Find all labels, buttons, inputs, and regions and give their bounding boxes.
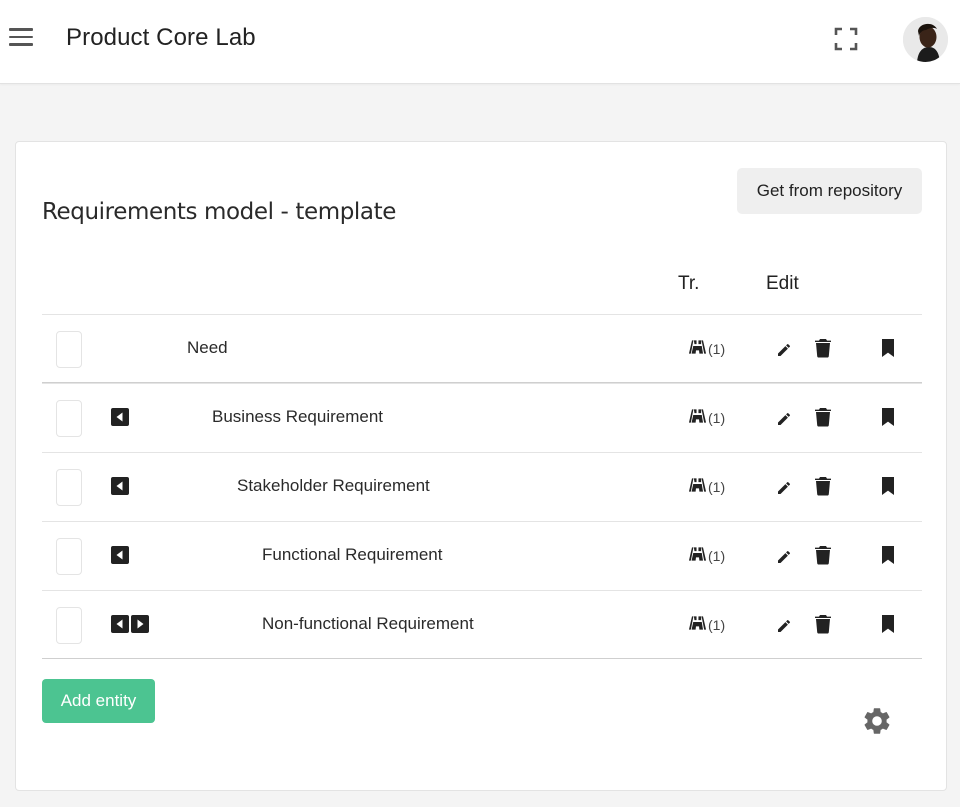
- column-header-edit: Edit: [766, 273, 799, 294]
- road-icon: [688, 477, 708, 496]
- arrow-left-icon[interactable]: [111, 477, 129, 495]
- entity-label: Non-functional Requirement: [262, 614, 474, 633]
- road-icon: [688, 615, 708, 634]
- arrow-left-icon[interactable]: [111, 546, 129, 564]
- arrow-left-icon[interactable]: [111, 408, 129, 426]
- app-title: Product Core Lab: [66, 24, 256, 51]
- entity-list: Need (1) Business Requirement (1) Stakeholde…: [42, 314, 922, 659]
- row-checkbox[interactable]: [56, 538, 82, 575]
- entity-label: Functional Requirement: [262, 545, 443, 564]
- trace-count: (1): [708, 409, 726, 426]
- fullscreen-icon[interactable]: [833, 26, 859, 52]
- requirements-card: Requirements model - template Get from r…: [15, 141, 947, 791]
- entity-label: Business Requirement: [212, 407, 384, 426]
- pencil-icon[interactable]: [775, 546, 795, 566]
- bookmark-icon[interactable]: [880, 407, 896, 427]
- bookmark-icon[interactable]: [880, 614, 896, 634]
- bookmark-icon[interactable]: [880, 545, 896, 565]
- gear-icon[interactable]: [861, 705, 893, 737]
- entity-row: Functional Requirement (1): [42, 521, 922, 590]
- pencil-icon[interactable]: [775, 615, 795, 635]
- entity-row: Business Requirement (1): [42, 383, 922, 452]
- get-from-repository-button[interactable]: Get from repository: [737, 168, 922, 214]
- card-title: Requirements model - template: [42, 199, 396, 225]
- row-checkbox[interactable]: [56, 607, 82, 644]
- trash-icon[interactable]: [814, 476, 832, 496]
- trace-count: (1): [708, 340, 726, 357]
- road-icon: [688, 408, 708, 427]
- trash-icon[interactable]: [814, 545, 832, 565]
- top-bar: Product Core Lab: [0, 0, 960, 84]
- trace-link[interactable]: (1): [688, 477, 725, 496]
- reorder-arrows: [111, 615, 149, 633]
- trace-link[interactable]: (1): [688, 615, 725, 634]
- entity-row: Need (1): [42, 314, 922, 383]
- reorder-arrows: [111, 477, 129, 495]
- trace-link[interactable]: (1): [688, 339, 725, 358]
- arrow-right-icon[interactable]: [131, 615, 149, 633]
- trash-icon[interactable]: [814, 338, 832, 358]
- entity-row: Stakeholder Requirement (1): [42, 452, 922, 521]
- row-checkbox[interactable]: [56, 400, 82, 437]
- reorder-arrows: [111, 546, 129, 564]
- row-checkbox[interactable]: [56, 331, 82, 368]
- trace-count: (1): [708, 616, 726, 633]
- row-checkbox[interactable]: [56, 469, 82, 506]
- pencil-icon[interactable]: [775, 477, 795, 497]
- road-icon: [688, 546, 708, 565]
- road-icon: [688, 339, 708, 358]
- trace-link[interactable]: (1): [688, 546, 725, 565]
- pencil-icon[interactable]: [775, 408, 795, 428]
- reorder-arrows: [111, 408, 129, 426]
- entity-row: Non-functional Requirement (1): [42, 590, 922, 659]
- trace-count: (1): [708, 478, 726, 495]
- trace-count: (1): [708, 547, 726, 564]
- entity-label: Stakeholder Requirement: [237, 476, 430, 495]
- entity-label: Need: [187, 338, 228, 357]
- arrow-left-icon[interactable]: [111, 615, 129, 633]
- trace-link[interactable]: (1): [688, 408, 725, 427]
- trash-icon[interactable]: [814, 407, 832, 427]
- bookmark-icon[interactable]: [880, 476, 896, 496]
- trash-icon[interactable]: [814, 614, 832, 634]
- pencil-icon[interactable]: [775, 339, 795, 359]
- hamburger-menu-icon[interactable]: [9, 28, 33, 50]
- bookmark-icon[interactable]: [880, 338, 896, 358]
- avatar[interactable]: [903, 17, 948, 62]
- column-header-tr: Tr.: [678, 273, 700, 294]
- add-entity-button[interactable]: Add entity: [42, 679, 155, 723]
